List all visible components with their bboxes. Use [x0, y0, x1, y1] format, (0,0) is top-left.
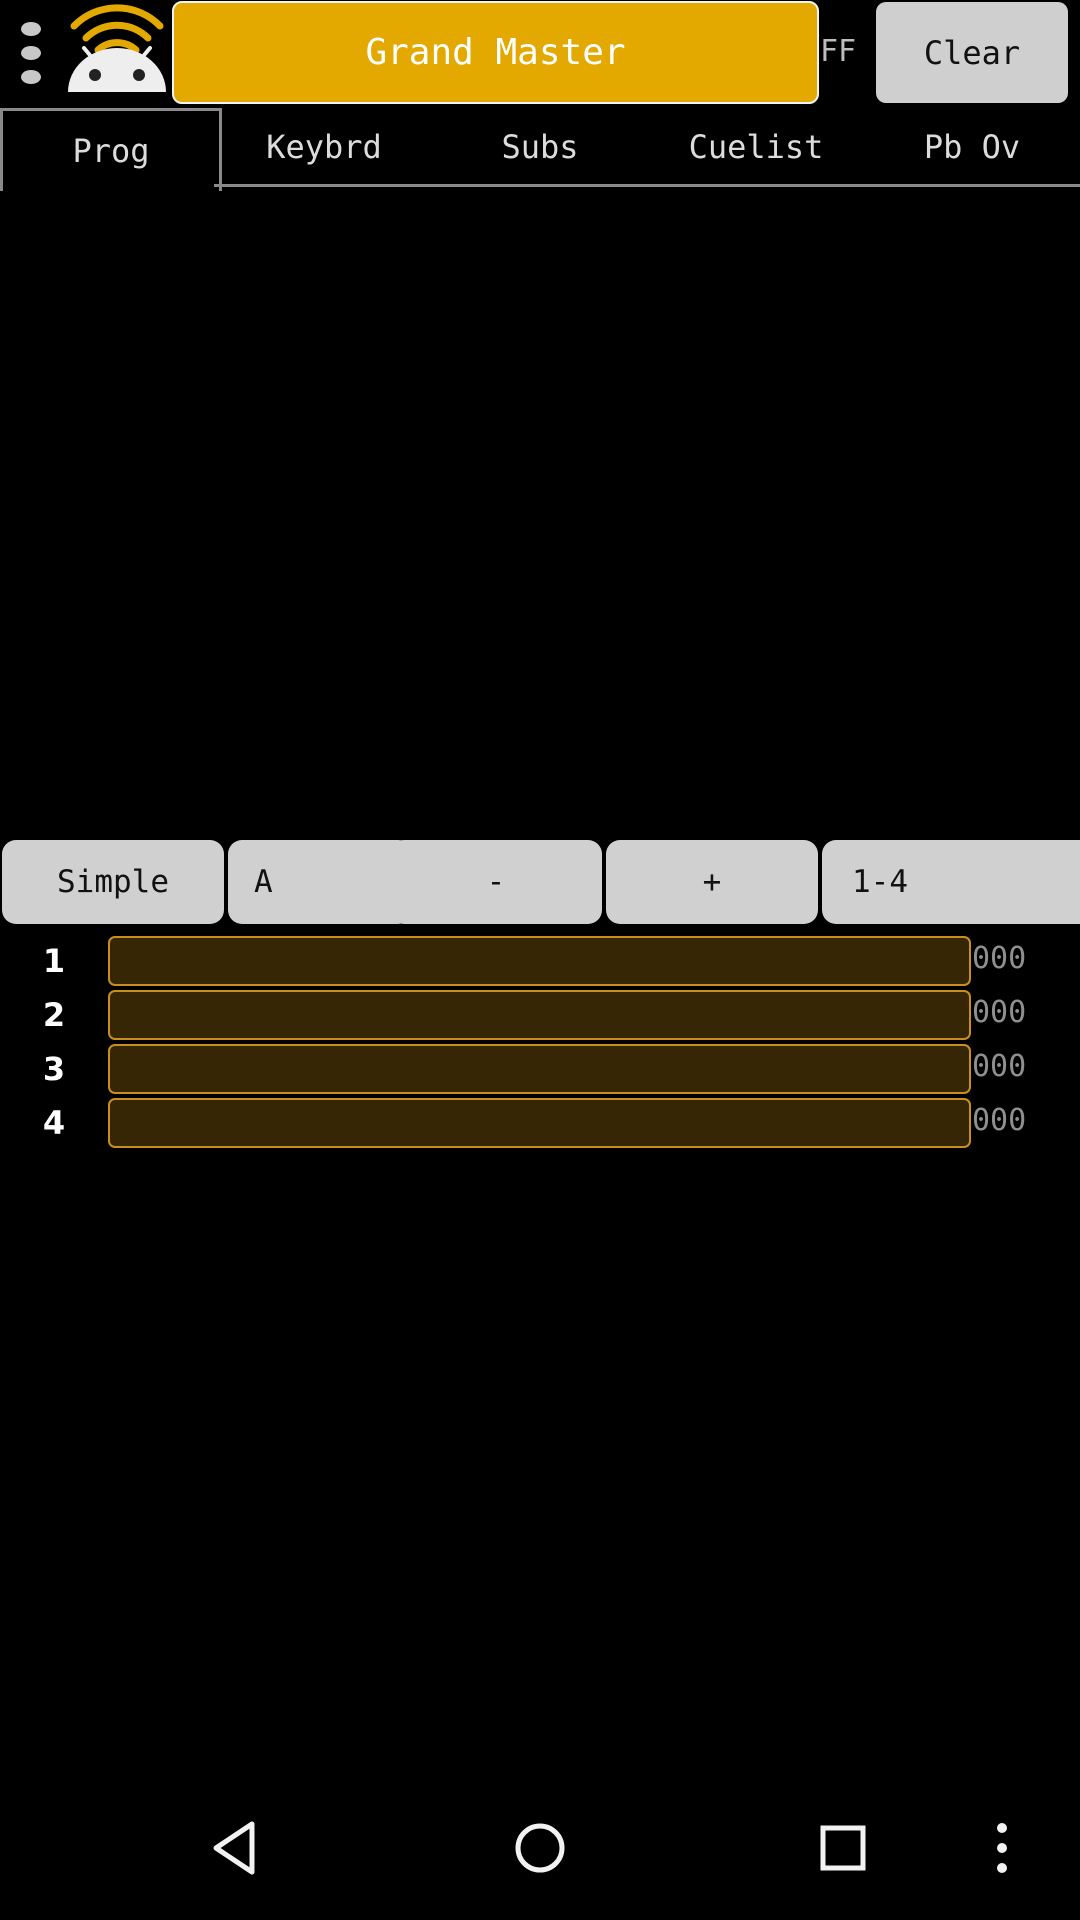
tab-cuelist[interactable]: Cuelist	[648, 108, 864, 186]
recents-icon[interactable]	[820, 1820, 868, 1880]
fader-number: 2	[42, 996, 66, 1034]
grand-master-value: FF	[820, 34, 857, 69]
more-vert-icon[interactable]	[986, 1820, 1018, 1880]
fader-slider[interactable]	[108, 1098, 971, 1148]
wifi-android-logo-icon	[64, 2, 170, 96]
fader-value: 000	[972, 1049, 1027, 1084]
page-up-button[interactable]: +	[606, 840, 818, 924]
fader-number: 3	[42, 1050, 66, 1088]
bank-a-button[interactable]: A	[228, 840, 412, 924]
fader-row: 3 000	[0, 1042, 1080, 1096]
grand-master-button[interactable]: Grand Master	[172, 1, 819, 104]
fader-value: 000	[972, 995, 1027, 1030]
fader-slider[interactable]	[108, 936, 971, 986]
fader-row: 4 000	[0, 1096, 1080, 1150]
fader-number: 1	[42, 942, 66, 980]
fader-row: 1 000	[0, 934, 1080, 988]
page-down-button[interactable]: -	[390, 840, 602, 924]
fader-range-button[interactable]: 1-4	[822, 840, 1080, 924]
overflow-menu-icon[interactable]	[14, 20, 48, 90]
tab-pb-ov[interactable]: Pb Ov	[864, 108, 1080, 186]
fader-row: 2 000	[0, 988, 1080, 1042]
back-icon[interactable]	[210, 1820, 258, 1880]
fader-number: 4	[42, 1104, 66, 1142]
mode-simple-button[interactable]: Simple	[2, 840, 224, 924]
fader-value: 000	[972, 941, 1027, 976]
fader-slider[interactable]	[108, 1044, 971, 1094]
tab-prog[interactable]: Prog	[0, 108, 222, 191]
fader-value: 000	[972, 1103, 1027, 1138]
home-icon[interactable]	[512, 1820, 568, 1880]
tab-keybrd[interactable]: Keybrd	[216, 108, 432, 186]
clear-button[interactable]: Clear	[876, 2, 1068, 103]
menu-dot	[21, 22, 41, 36]
menu-dot	[21, 46, 41, 60]
menu-dot	[21, 70, 41, 84]
tab-bar: Prog Keybrd Subs Cuelist Pb Ov	[0, 108, 1080, 191]
fader-slider[interactable]	[108, 990, 971, 1040]
tab-subs[interactable]: Subs	[432, 108, 648, 186]
